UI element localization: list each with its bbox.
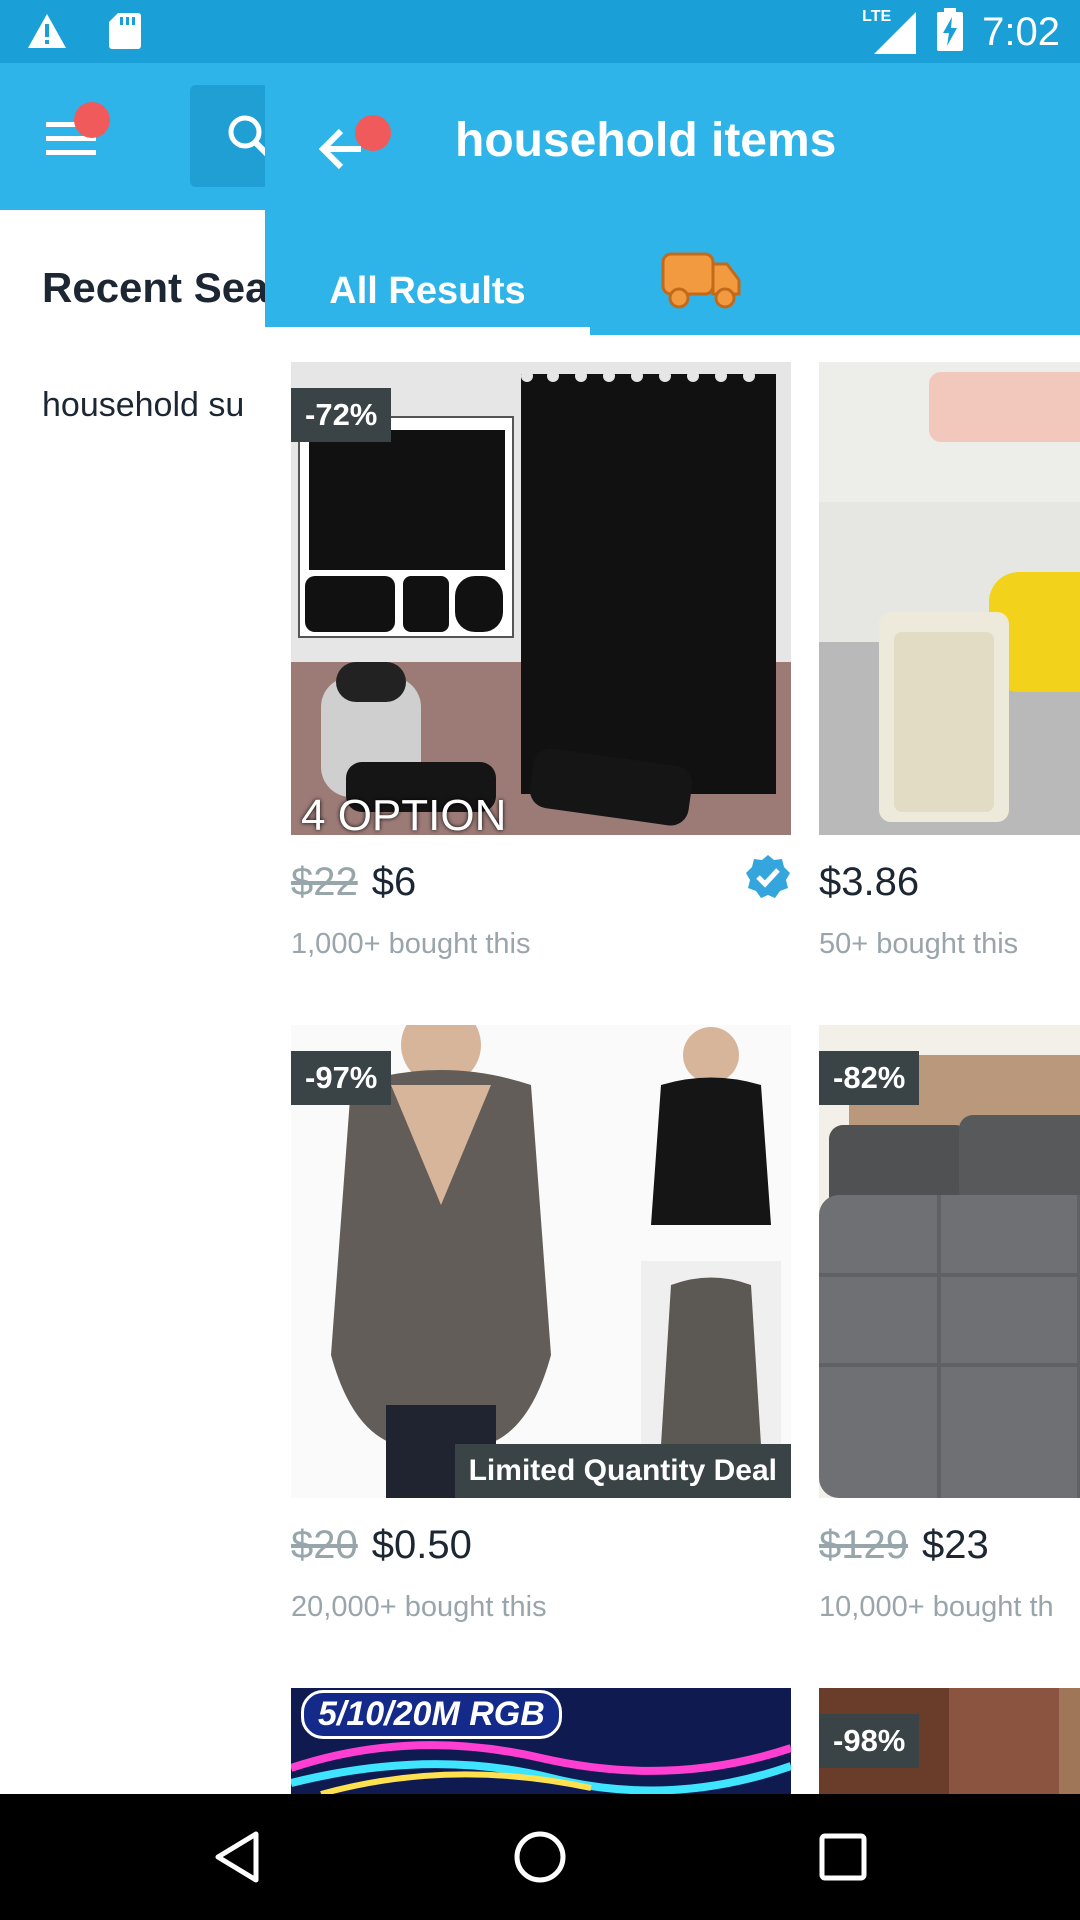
tab-active-underline (265, 327, 590, 335)
recent-searches-title: Recent Sea (42, 264, 269, 311)
navigation-bar (0, 1794, 1080, 1920)
sale-price: $0.50 (371, 1523, 472, 1567)
original-price: $20 (291, 1523, 358, 1567)
product-card[interactable]: $3.86 50+ bought this (819, 362, 1080, 1002)
menu-notification-dot (74, 102, 110, 138)
price-row: $20 $0.50 (291, 1523, 472, 1568)
home-circle-icon[interactable] (505, 1822, 575, 1892)
back-notification-dot (355, 115, 391, 151)
tab-all-results-label: All Results (329, 270, 526, 312)
option-count-label: 4 OPTION (301, 791, 507, 835)
sale-price: $23 (921, 1523, 989, 1567)
recents-square-icon[interactable] (808, 1822, 878, 1892)
product-image-wood-backdrop[interactable]: -98% (819, 1688, 1080, 1794)
original-price: $129 (819, 1523, 908, 1567)
discount-badge: -82% (819, 1051, 920, 1105)
limited-deal-banner: Limited Quantity Deal (454, 1444, 791, 1498)
tab-all-results[interactable]: All Results (265, 248, 590, 334)
back-button[interactable] (315, 107, 391, 187)
signal-icon: LTE (862, 8, 918, 56)
product-image-comforter[interactable]: -82% (819, 1025, 1080, 1498)
battery-charging-icon (936, 8, 964, 57)
discount-badge: -72% (291, 388, 392, 442)
product-image-shower-curtain[interactable]: -72% 4 OPTION (291, 362, 791, 835)
status-bar: LTE 7:02 (0, 0, 1080, 63)
led-strip-label: 5/10/20M RGB (301, 1690, 562, 1739)
bought-count: 20,000+ bought this (291, 1591, 547, 1623)
original-price: $22 (291, 860, 358, 904)
product-card[interactable]: 5/10/20M RGB (291, 1688, 791, 1794)
back-triangle-icon[interactable] (204, 1822, 274, 1892)
recent-search-item[interactable]: household su (42, 386, 244, 425)
discount-badge: -97% (291, 1051, 392, 1105)
bought-count: 50+ bought this (819, 928, 1019, 960)
bought-count: 1,000+ bought this (291, 928, 531, 960)
product-card[interactable]: -98% (819, 1688, 1080, 1794)
price-row: $129 $23 (819, 1523, 989, 1568)
results-header: household items All Results (265, 63, 1080, 335)
verified-check-icon (745, 854, 791, 900)
sd-card-icon (108, 12, 142, 55)
sale-price: $6 (371, 860, 417, 904)
price-row: $3.86 (819, 860, 919, 905)
price-row: $22 $6 (291, 860, 416, 905)
truck-icon[interactable] (655, 248, 755, 318)
sale-price: $3.86 (819, 860, 920, 904)
network-label: LTE (862, 7, 892, 25)
product-card[interactable]: -97% Limited Quantity Deal $20 $0.50 20,0… (291, 1025, 791, 1665)
search-query-title: household items (455, 114, 837, 167)
discount-badge: -98% (819, 1714, 920, 1768)
product-image-led-strip[interactable]: 5/10/20M RGB (291, 1688, 791, 1794)
search-results-panel: household items All Results -72% 4 OPTIO… (265, 63, 1080, 1794)
product-image-sweater[interactable]: -97% Limited Quantity Deal (291, 1025, 791, 1498)
bought-count: 10,000+ bought th (819, 1591, 1054, 1623)
product-image-sink-caddy[interactable] (819, 362, 1080, 835)
status-time: 7:02 (982, 10, 1060, 54)
product-card[interactable]: -72% 4 OPTION $22 $6 1,000+ bought this (291, 362, 791, 1002)
menu-button[interactable] (40, 102, 110, 170)
product-card[interactable]: -82% $129 $23 10,000+ bought th (819, 1025, 1080, 1665)
warning-icon (26, 12, 68, 55)
